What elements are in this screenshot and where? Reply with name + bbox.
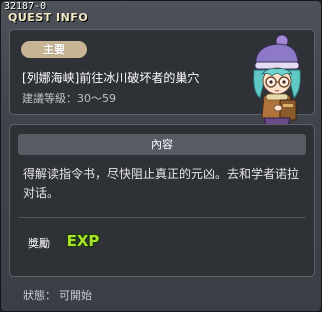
quest-name: [列娜海峡]前往冰川破坏者的巢穴 [22, 71, 200, 85]
recommended-level-value: 30～59 [77, 92, 116, 105]
exp-icon-text: EXP [67, 232, 100, 250]
quest-description: 得解读指令书，尽快阻止真正的元凶。去和学者诺拉对话。 [23, 167, 300, 200]
quest-summary-panel: 主要 [列娜海峡]前往冰川破坏者的巢穴 建議等級：30～59 [9, 29, 315, 140]
category-badge: 主要 [21, 41, 87, 58]
quest-info-window: 32187-0 QUEST INFO 主要 [列娜海峡]前往冰川破坏者的巢穴 建… [0, 0, 322, 312]
window-title: QUEST INFO [8, 11, 89, 24]
reward-label: 獎勵 [28, 237, 50, 250]
exp-reward-icon: EXP [65, 231, 100, 251]
quest-content-panel: 內容 得解读指令书，尽快阻止真正的元凶。去和学者诺拉对话。 獎勵 EXP [9, 124, 315, 277]
status-label: 狀態： [23, 289, 56, 302]
content-header: 內容 [18, 134, 306, 155]
status-value: 可開始 [59, 289, 92, 302]
divider [19, 217, 306, 218]
recommended-level: 建議等級：30～59 [22, 90, 116, 106]
recommended-level-label: 建議等級： [22, 92, 77, 105]
